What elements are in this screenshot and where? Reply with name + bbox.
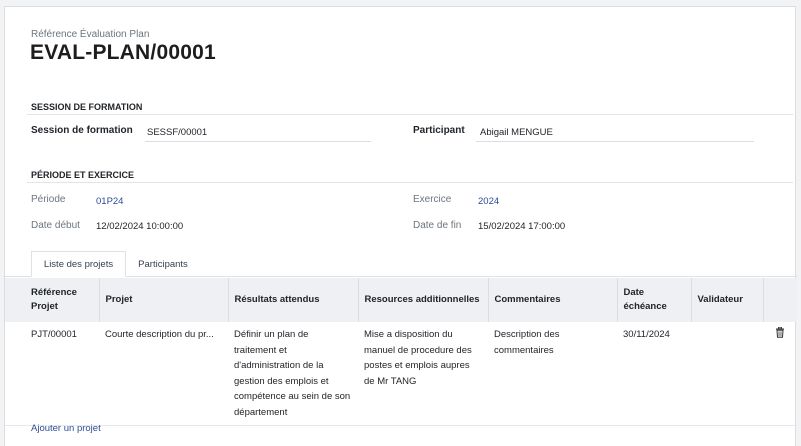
tab-liste-des-projets[interactable]: Liste des projets — [31, 251, 126, 277]
reference-label: Référence Évaluation Plan — [31, 29, 150, 40]
trash-icon[interactable] — [775, 326, 785, 338]
column-header-projet[interactable]: Projet — [98, 278, 228, 322]
date-fin-value: 15/02/2024 17:00:00 — [478, 221, 566, 232]
cell-reference[interactable]: PJT/00001 — [5, 322, 99, 426]
section-divider — [27, 114, 793, 115]
reference-value: EVAL-PLAN/00001 — [30, 41, 216, 64]
cell-projet[interactable]: Courte description du pr... — [99, 322, 228, 426]
session-field[interactable]: SESSF/00001 — [147, 127, 207, 138]
date-fin-label: Date de fin — [413, 220, 462, 231]
form-sheet: Référence Évaluation Plan EVAL-PLAN/0000… — [4, 6, 797, 446]
section-title-period: PÉRIODE ET EXERCICE — [31, 170, 135, 180]
tab-participants[interactable]: Participants — [129, 251, 197, 277]
session-field-underline — [145, 141, 371, 142]
column-header-resultats[interactable]: Résultats attendus — [227, 278, 358, 322]
participant-field[interactable]: Abigail MENGUE — [480, 127, 553, 138]
periode-link[interactable]: 01P24 — [96, 196, 123, 207]
participant-field-underline — [476, 141, 754, 142]
cell-resources[interactable]: Mise a disposition du manuel de procedur… — [358, 322, 488, 426]
table-header-row: Référence Projet Projet Résultats attend… — [5, 278, 797, 322]
column-header-validateur[interactable]: Validateur — [690, 278, 763, 322]
session-label: Session de formation — [31, 125, 133, 136]
projects-table: Référence Projet Projet Résultats attend… — [5, 278, 797, 426]
exercice-link[interactable]: 2024 — [478, 196, 499, 207]
cell-commentaires[interactable]: Description des commentaires — [488, 322, 617, 426]
cell-validateur[interactable] — [691, 322, 763, 426]
exercice-label: Exercice — [413, 194, 452, 205]
column-header-actions — [762, 278, 797, 322]
date-debut-label: Date début — [31, 220, 80, 231]
participant-label: Participant — [413, 125, 465, 136]
date-debut-value: 12/02/2024 10:00:00 — [96, 221, 184, 232]
column-header-commentaires[interactable]: Commentaires — [487, 278, 617, 322]
cell-resultats[interactable]: Définir un plan de traitement et d'admin… — [228, 322, 358, 426]
add-project-link[interactable]: Ajouter un projet — [31, 423, 101, 434]
column-header-resources[interactable]: Resources additionnelles — [357, 278, 488, 322]
cell-actions — [763, 322, 797, 426]
periode-label: Période — [31, 194, 66, 205]
cell-date-echeance[interactable]: 30/11/2024 — [617, 322, 691, 426]
table-row[interactable]: PJT/00001 Courte description du pr... Dé… — [5, 322, 797, 426]
column-header-reference[interactable]: Référence Projet — [5, 278, 99, 322]
column-header-date-echeance[interactable]: Date échéance — [616, 278, 691, 322]
section-title-session: SESSION DE FORMATION — [31, 102, 143, 112]
section-divider — [27, 182, 793, 183]
